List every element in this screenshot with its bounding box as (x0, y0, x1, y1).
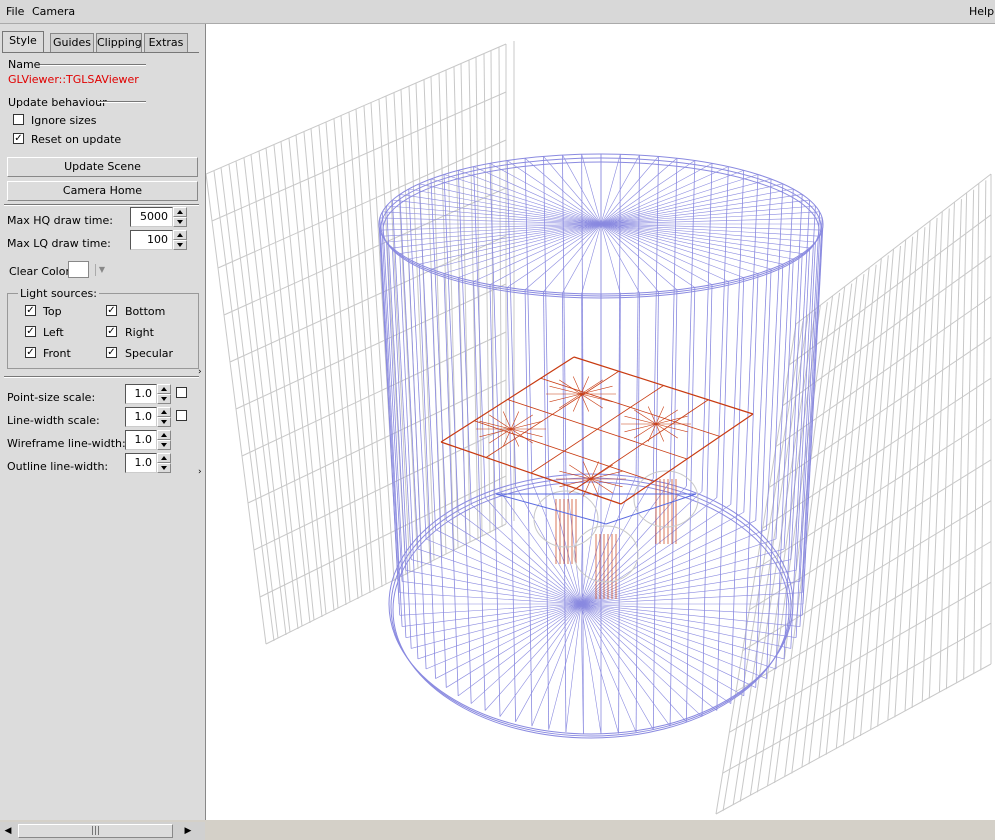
max-lq-input[interactable]: 100 (130, 230, 173, 250)
point-size-checkbox[interactable] (176, 387, 187, 398)
menu-bar: File Camera Help (0, 0, 995, 24)
clear-color-label: Clear Color (9, 265, 70, 278)
point-size-input[interactable]: 1.0 (125, 384, 157, 404)
name-divider (40, 64, 146, 66)
point-size-spinner[interactable] (157, 384, 171, 404)
light-front-label: Front (43, 347, 71, 360)
light-front-checkbox[interactable]: ✓ (25, 347, 36, 358)
camera-home-button[interactable]: Camera Home (7, 181, 198, 201)
menu-camera[interactable]: Camera (32, 5, 75, 18)
light-specular-checkbox[interactable]: ✓ (106, 347, 117, 358)
menu-file[interactable]: File (6, 5, 24, 18)
chevron-right-icon[interactable]: › (198, 467, 202, 477)
update-behaviour-divider (98, 101, 146, 103)
tab-clipping[interactable]: Clipping (96, 33, 142, 52)
lights-divider (4, 376, 199, 378)
light-right-label: Right (125, 326, 154, 339)
reset-on-update-checkbox[interactable]: ✓ (13, 133, 24, 144)
outline-line-width-input[interactable]: 1.0 (125, 453, 157, 473)
ignore-sizes-label: Ignore sizes (31, 114, 97, 127)
scroll-right-icon[interactable]: ▶ (180, 822, 196, 840)
scrollbar-thumb[interactable]: ||| (18, 824, 173, 838)
clear-color-swatch[interactable] (68, 261, 89, 278)
light-right-checkbox[interactable]: ✓ (106, 326, 117, 337)
buttons-divider (4, 204, 199, 206)
outline-line-width-label: Outline line-width: (7, 460, 109, 473)
inner-detector-wireframe (495, 470, 699, 599)
menu-help[interactable]: Help (969, 5, 994, 18)
light-bottom-label: Bottom (125, 305, 166, 318)
max-hq-spinner[interactable] (173, 207, 187, 227)
max-lq-spinner[interactable] (173, 230, 187, 250)
max-hq-input[interactable]: 5000 (130, 207, 173, 227)
light-top-label: Top (43, 305, 62, 318)
light-left-checkbox[interactable]: ✓ (25, 326, 36, 337)
ignore-sizes-checkbox[interactable] (13, 114, 24, 125)
light-left-label: Left (43, 326, 64, 339)
outline-line-width-spinner[interactable] (157, 453, 171, 473)
style-panel: Style Guides Clipping Extras Name GLView… (0, 24, 205, 840)
tab-extras[interactable]: Extras (144, 33, 188, 52)
left-mesh-panel (206, 41, 515, 645)
chevron-down-icon[interactable]: ▼ (95, 264, 108, 276)
light-specular-label: Specular (125, 347, 174, 360)
wireframe-line-width-spinner[interactable] (157, 430, 171, 450)
light-bottom-checkbox[interactable]: ✓ (106, 305, 117, 316)
light-sources-label: Light sources: (18, 287, 99, 300)
line-width-spinner[interactable] (157, 407, 171, 427)
tab-style[interactable]: Style (2, 31, 44, 53)
wireframe-line-width-label: Wireframe line-width: (7, 437, 126, 450)
viewer-name-value: GLViewer::TGLSAViewer (8, 73, 139, 86)
line-width-checkbox[interactable] (176, 410, 187, 421)
point-size-label: Point-size scale: (7, 391, 96, 404)
scroll-left-icon[interactable]: ◀ (0, 822, 16, 840)
tab-divider (2, 52, 199, 53)
tab-guides[interactable]: Guides (50, 33, 94, 52)
line-width-input[interactable]: 1.0 (125, 407, 157, 427)
name-label: Name (8, 58, 41, 71)
wireframe-line-width-input[interactable]: 1.0 (125, 430, 157, 450)
horizontal-scrollbar[interactable]: ◀ ||| ▶ (0, 822, 205, 840)
gl-viewer-canvas[interactable] (205, 24, 995, 820)
right-mesh-panel (715, 173, 992, 815)
detector-wireframe-scene[interactable] (206, 24, 995, 820)
reset-on-update-label: Reset on update (31, 133, 122, 146)
line-width-label: Line-width scale: (7, 414, 100, 427)
max-lq-label: Max LQ draw time: (7, 237, 111, 250)
light-top-checkbox[interactable]: ✓ (25, 305, 36, 316)
max-hq-label: Max HQ draw time: (7, 214, 113, 227)
update-scene-button[interactable]: Update Scene (7, 157, 198, 177)
update-behaviour-label: Update behaviour (8, 96, 107, 109)
